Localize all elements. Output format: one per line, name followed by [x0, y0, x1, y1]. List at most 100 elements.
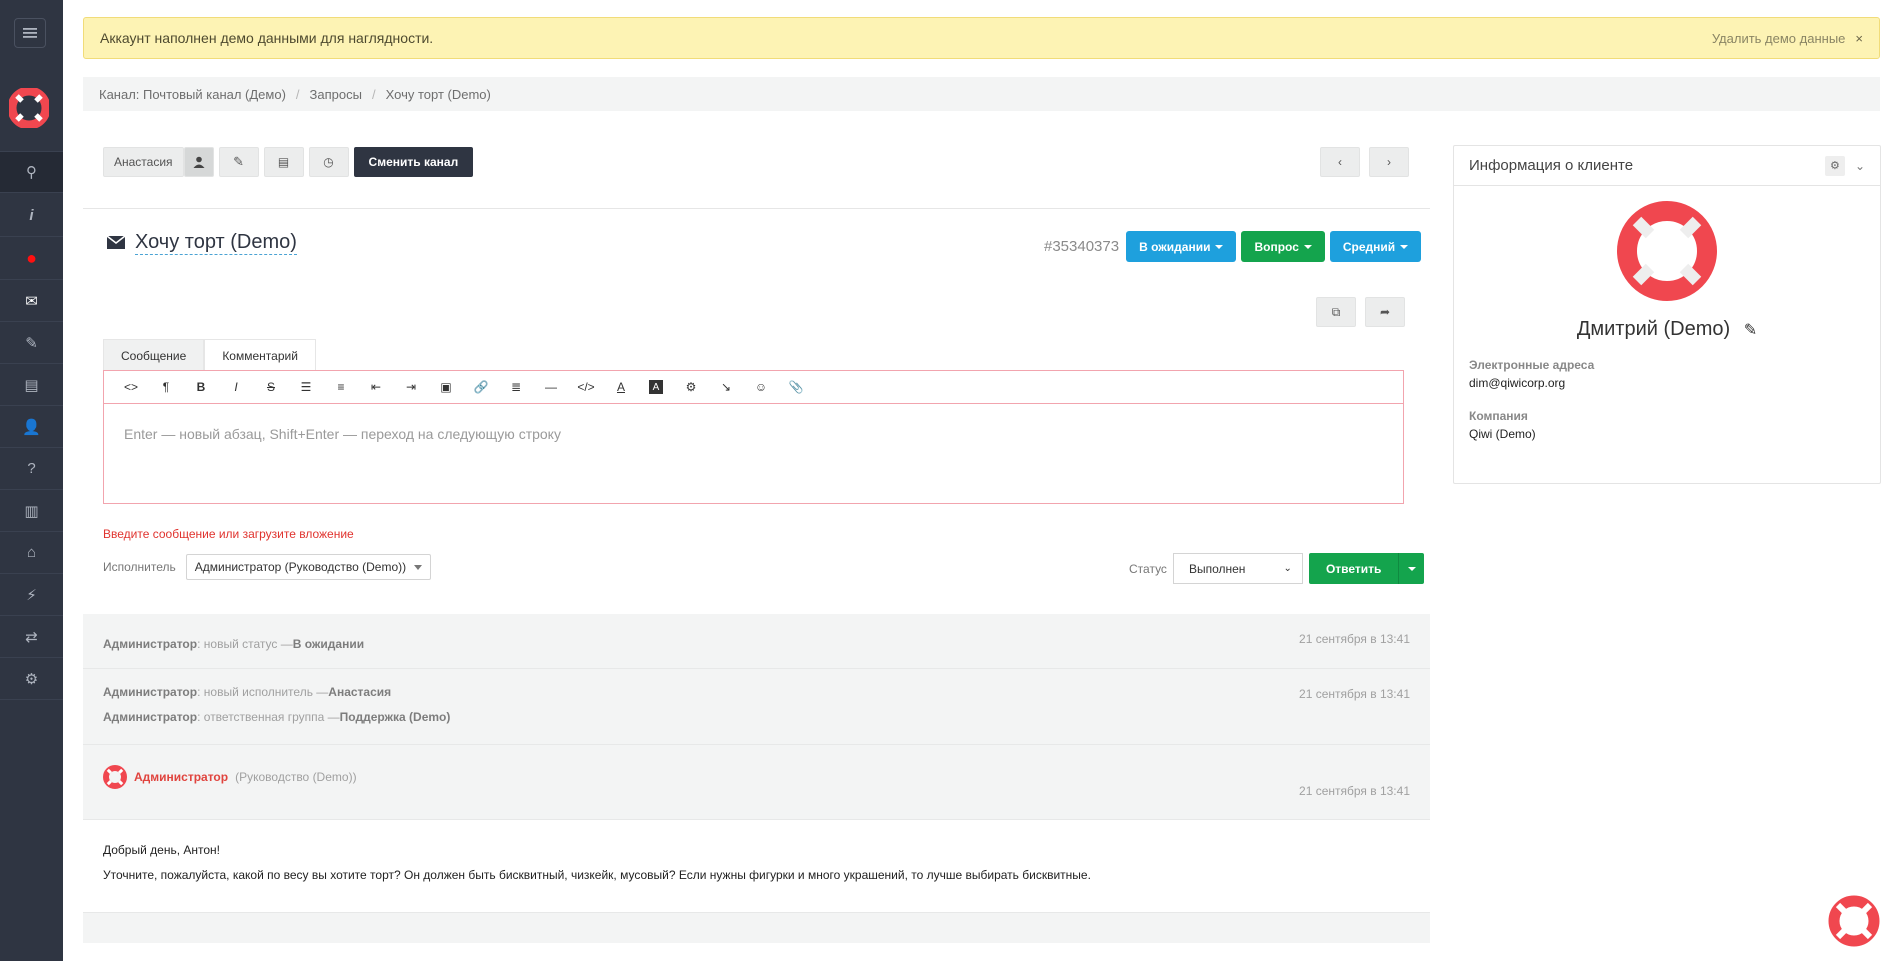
sidebar-item-record[interactable]: ●	[0, 238, 63, 280]
edit-icon[interactable]: ✎	[1744, 322, 1757, 339]
sidebar-item-search[interactable]: ⚲	[0, 151, 63, 193]
editor-tool-button[interactable]: S	[254, 374, 288, 400]
history-line: Администратор : новый статус — В ожидани…	[83, 614, 1430, 651]
priority-dropdown[interactable]: Средний	[1329, 231, 1422, 262]
editor-tool-button[interactable]: ⇤	[359, 374, 393, 400]
editor-tool-button[interactable]: ≡	[324, 374, 358, 400]
menu-toggle-button[interactable]	[14, 18, 46, 48]
reply-options-button[interactable]	[1398, 553, 1425, 584]
company-label: Компания	[1469, 409, 1528, 423]
remove-demo-data-link[interactable]: Удалить демо данные ×	[1712, 31, 1863, 46]
editor-tool-button[interactable]: ⇥	[394, 374, 428, 400]
chevron-down-icon	[414, 564, 423, 570]
editor-tool-button[interactable]: 🔗	[464, 374, 498, 400]
editor-tool-button[interactable]: ☺	[744, 374, 778, 400]
editor-tool-button[interactable]: B	[184, 374, 218, 400]
ticket-id: #35340373	[1044, 238, 1120, 255]
message-body: Добрый день, Антон! Уточните, пожалуйста…	[83, 820, 1430, 913]
history-event: Администратор : новый исполнитель — Анас…	[83, 669, 1430, 745]
editor-tool-button[interactable]: ≣	[499, 374, 533, 400]
tab-comment[interactable]: Комментарий	[204, 339, 316, 371]
editor-tool-button[interactable]: ▣	[429, 374, 463, 400]
breadcrumb-requests[interactable]: Запросы	[310, 87, 362, 102]
copy-button[interactable]: ⧉	[1316, 297, 1356, 327]
status-dropdown[interactable]: В ожидании	[1126, 231, 1237, 262]
gear-icon[interactable]: ⚙	[1824, 155, 1845, 176]
help-widget-button[interactable]	[1828, 895, 1880, 947]
reply-editor[interactable]: <> ¶ B I S ☰ ≡ ⇤ ⇥ ▣ 🔗 ≣ — </> A A ⚙ ↘ ☺ 📎 Enter — новый аб…	[103, 370, 1404, 504]
status-value: Выполнен	[1188, 561, 1246, 576]
next-ticket-button[interactable]: ›	[1369, 147, 1409, 177]
tab-message[interactable]: Сообщение	[103, 339, 205, 371]
editor-tool-button[interactable]: ↘	[709, 374, 743, 400]
editor-tool-button[interactable]: I	[219, 374, 253, 400]
card-button[interactable]: ▤	[263, 147, 304, 177]
tags-button[interactable]: ✎	[218, 147, 259, 177]
reply-button[interactable]: Ответить	[1308, 553, 1399, 584]
message-header: Администратор (Руководство (Demo)) 21 се…	[83, 745, 1430, 820]
history-actor: Администратор	[103, 637, 198, 651]
history-line: Администратор : ответственная группа — П…	[83, 704, 1430, 729]
editor-tool-button[interactable]: <>	[114, 374, 148, 400]
forward-button[interactable]: ➦	[1365, 297, 1405, 327]
app-logo[interactable]	[9, 88, 49, 128]
sidebar-item-envelope[interactable]: ✉	[0, 280, 63, 322]
help-icon: ?	[27, 460, 36, 477]
status-select[interactable]: Выполнен ⌄	[1172, 553, 1303, 584]
company-value[interactable]: Qiwi (Demo)	[1469, 427, 1536, 441]
assignee-group[interactable]: Анастасия	[103, 147, 214, 177]
email-value[interactable]: dim@qiwicorp.org	[1469, 376, 1594, 390]
type-dropdown[interactable]: Вопрос	[1241, 231, 1325, 262]
sidebar-item-tags[interactable]: ✎	[0, 322, 63, 364]
client-panel-title: Информация о клиенте	[1469, 157, 1634, 174]
change-channel-button[interactable]: Сменить канал	[353, 147, 474, 177]
sidebar-item-document[interactable]: ▥	[0, 490, 63, 532]
record-icon: ●	[26, 248, 37, 268]
message-line: Уточните, пожалуйста, какой по весу вы х…	[103, 868, 1091, 882]
chevron-down-icon[interactable]: ⌄	[1855, 159, 1865, 173]
editor-tool-button[interactable]: A	[604, 374, 638, 400]
assignee-select[interactable]: Администратор (Руководство (Demo))	[185, 554, 432, 580]
sidebar-item-toggles[interactable]: ⇄	[0, 616, 63, 658]
history-button[interactable]: ◷	[308, 147, 349, 177]
demo-banner-text: Аккаунт наполнен демо данными для нагляд…	[100, 30, 434, 46]
sidebar-item-list[interactable]: ▤	[0, 364, 63, 406]
editor-tool-button[interactable]: A	[649, 380, 663, 394]
status-label: Статус	[1129, 561, 1167, 576]
sidebar-item-gear[interactable]: ⚙	[0, 658, 63, 700]
prev-ticket-button[interactable]: ‹	[1320, 147, 1360, 177]
close-icon[interactable]: ×	[1855, 31, 1863, 46]
sidebar-item-info[interactable]: i	[0, 195, 63, 237]
editor-tool-button[interactable]: ⚙	[674, 374, 708, 400]
sidebar-item-help[interactable]: ?	[0, 448, 63, 490]
sidebar-item-user[interactable]: 👤	[0, 406, 63, 448]
editor-tool-button[interactable]: —	[534, 374, 568, 400]
sidebar-item-inbox[interactable]: ⌂	[0, 532, 63, 574]
breadcrumb-separator: /	[295, 86, 300, 102]
copy-icon: ⧉	[1331, 304, 1341, 319]
editor-textarea[interactable]: Enter — новый абзац, Shift+Enter — перех…	[104, 404, 1403, 464]
ticket-actions: ⧉ ➦	[1316, 297, 1405, 327]
history-actor: Администратор	[103, 684, 198, 699]
list-icon: ▤	[24, 376, 39, 394]
editor-tool-button[interactable]: ¶	[149, 374, 183, 400]
editor-tool-button[interactable]: </>	[569, 374, 603, 400]
demo-banner: Аккаунт наполнен демо данными для нагляд…	[83, 17, 1880, 59]
tags-icon: ✎	[25, 334, 38, 352]
history-actor: Администратор	[103, 709, 198, 724]
editor-tool-button[interactable]: 📎	[779, 374, 813, 400]
author-name[interactable]: Администратор	[134, 770, 228, 784]
history-value: Поддержка (Demo)	[339, 709, 451, 724]
sidebar-item-bolt[interactable]: ⚡	[0, 574, 63, 616]
editor-tool-button[interactable]: ☰	[289, 374, 323, 400]
assignee-button[interactable]: Анастасия	[103, 147, 184, 177]
ticket-title[interactable]: Хочу торт (Demo)	[135, 230, 297, 255]
history-value: Анастасия	[328, 684, 392, 699]
forward-icon: ➦	[1379, 305, 1391, 319]
breadcrumb-channel[interactable]: Канал: Почтовый канал (Демо)	[99, 87, 286, 102]
user-icon[interactable]	[183, 147, 214, 177]
history-next	[83, 913, 1430, 943]
ticket-navigation: ‹ ›	[1320, 147, 1409, 177]
clock-icon: ◷	[323, 155, 334, 169]
client-name: Дмитрий (Demo)	[1576, 318, 1731, 340]
